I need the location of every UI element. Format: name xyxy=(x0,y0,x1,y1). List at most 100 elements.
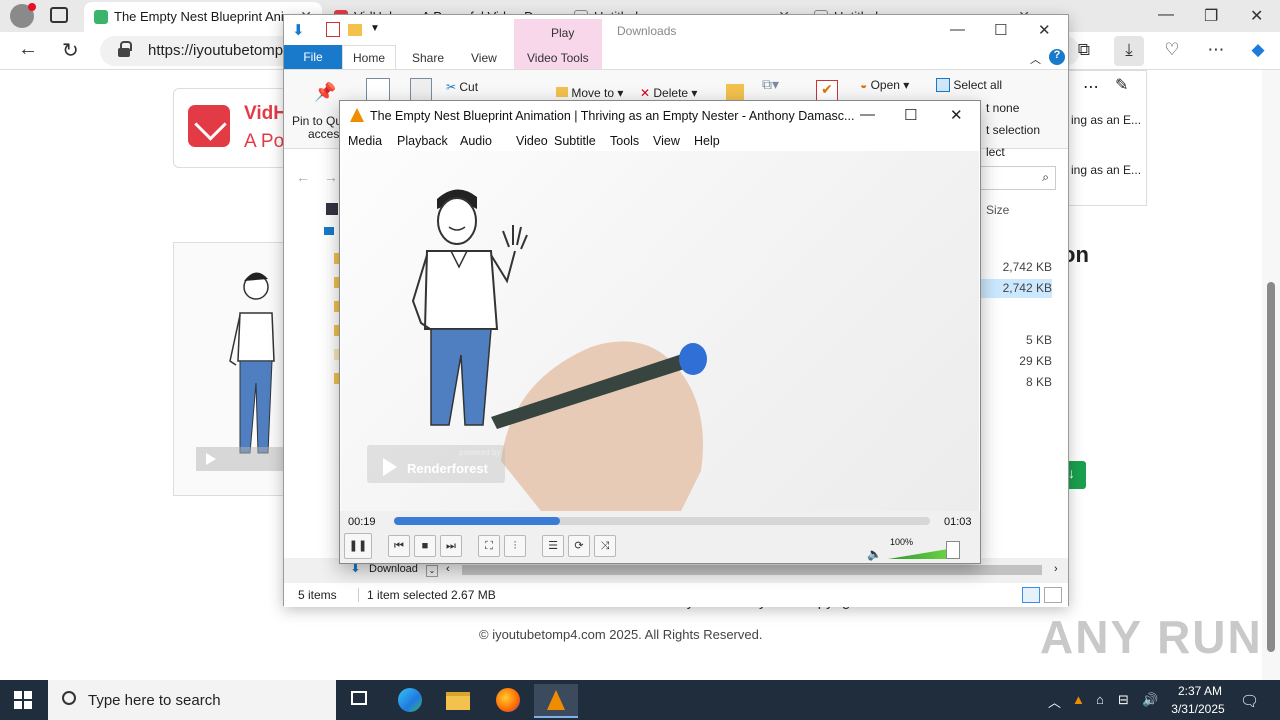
file-size-cell[interactable]: 29 KB xyxy=(978,354,1052,368)
video-thumbnail[interactable] xyxy=(173,242,293,496)
clock-date[interactable]: 3/31/2025 xyxy=(1166,702,1230,716)
back-arrow-icon[interactable]: ← xyxy=(18,38,38,61)
delete-button[interactable]: ✕ Delete ▾ xyxy=(640,86,697,100)
notifications-icon[interactable]: 🗨 xyxy=(1240,692,1259,710)
minimize-icon[interactable]: — xyxy=(1158,6,1174,24)
select-none-button[interactable]: t none xyxy=(986,101,1019,115)
extended-settings-icon[interactable]: ⫶ xyxy=(504,535,526,557)
tab-view[interactable]: View xyxy=(471,51,497,65)
invert-selection-button[interactable]: t selection xyxy=(986,123,1040,137)
taskbar-search-box[interactable]: Type here to search xyxy=(48,680,336,720)
more-options-icon[interactable]: ⋯ xyxy=(1083,77,1099,97)
download-item-text[interactable]: ing as an E... xyxy=(1071,113,1141,127)
move-to-button[interactable]: Move to ▾ xyxy=(556,86,623,100)
maximize-icon[interactable]: ☐ xyxy=(904,106,917,124)
tab-share[interactable]: Share xyxy=(412,51,444,65)
menu-help[interactable]: Help xyxy=(694,134,720,148)
previous-icon[interactable]: ⏮ xyxy=(388,535,410,557)
time-elapsed: 00:19 xyxy=(348,516,376,528)
column-header-size[interactable]: Size xyxy=(986,203,1009,217)
copilot-icon[interactable]: ◆ xyxy=(1246,40,1270,64)
pause-button[interactable]: ❚❚ xyxy=(344,533,372,559)
seek-slider[interactable] xyxy=(394,517,930,525)
file-size-cell-selected[interactable]: 2,742 KB xyxy=(978,279,1052,298)
large-icons-view-icon[interactable] xyxy=(1044,587,1062,603)
forward-arrow-icon[interactable]: → xyxy=(324,169,338,185)
qat-dropdown-icon[interactable]: ▼ xyxy=(370,23,380,34)
profile-avatar-icon[interactable] xyxy=(10,3,36,28)
chevron-down-icon[interactable]: ⌄ xyxy=(426,565,438,577)
file-explorer-taskbar-icon[interactable] xyxy=(436,684,480,718)
speaker-icon[interactable]: 🔈 xyxy=(867,547,882,561)
select-all-icon xyxy=(936,78,950,92)
file-size-cell[interactable]: 8 KB xyxy=(978,375,1052,389)
scroll-left-icon[interactable]: ‹ xyxy=(446,563,450,575)
open-button[interactable]: ◒ Open ▾ xyxy=(860,78,909,92)
tab-video-tools[interactable]: Video Tools xyxy=(527,51,589,65)
volume-knob[interactable] xyxy=(946,541,960,559)
new-folder-icon[interactable] xyxy=(348,24,362,36)
scrollbar-thumb[interactable] xyxy=(462,565,1042,575)
tray-chevron-up-icon[interactable]: ︿ xyxy=(1048,692,1061,711)
fullscreen-icon[interactable]: ⛶ xyxy=(478,535,500,557)
loop-icon[interactable]: ⟳ xyxy=(568,535,590,557)
close-window-icon[interactable]: ✕ xyxy=(1250,6,1263,26)
menu-playback[interactable]: Playback xyxy=(397,134,448,148)
maximize-icon[interactable]: ☐ xyxy=(994,21,1007,39)
menu-view[interactable]: View xyxy=(653,134,680,148)
next-icon[interactable]: ⏭ xyxy=(440,535,462,557)
item-count: 5 items xyxy=(298,588,337,602)
playlist-icon[interactable]: ☰ xyxy=(542,535,564,557)
more-menu-icon[interactable]: ⋯ xyxy=(1204,40,1228,64)
menu-video[interactable]: Video xyxy=(516,134,548,148)
collapse-ribbon-icon[interactable]: ︿ xyxy=(1030,51,1041,67)
downloads-icon[interactable]: ⤓ xyxy=(1114,36,1144,66)
tab-file[interactable]: File xyxy=(284,45,342,69)
properties-icon[interactable] xyxy=(326,22,340,37)
tray-network-icon[interactable]: ⊟ xyxy=(1118,692,1129,708)
tray-vlc-icon[interactable]: ▲ xyxy=(1072,692,1085,707)
explorer-search-box[interactable]: ⌕ xyxy=(980,166,1056,190)
file-size-cell[interactable]: 5 KB xyxy=(978,333,1052,347)
back-arrow-icon[interactable]: ← xyxy=(296,169,310,185)
shuffle-icon[interactable]: ⤨ xyxy=(594,535,616,557)
collections-icon[interactable]: ⧉ xyxy=(1072,40,1096,64)
minimize-icon[interactable]: — xyxy=(950,21,965,38)
menu-tools[interactable]: Tools xyxy=(610,134,639,148)
vlc-taskbar-icon[interactable] xyxy=(534,684,578,718)
windows-start-icon[interactable] xyxy=(14,691,32,709)
page-scrollbar[interactable] xyxy=(1262,70,1280,680)
new-item-icon[interactable]: ⧉▾ xyxy=(762,76,779,93)
video-surface[interactable]: powered by Renderforest xyxy=(341,151,979,511)
scroll-right-icon[interactable]: › xyxy=(1054,563,1058,575)
edge-taskbar-icon[interactable] xyxy=(388,684,432,718)
download-item-text[interactable]: ing as an E... xyxy=(1071,163,1141,177)
tab-actions-icon[interactable] xyxy=(50,7,68,23)
menu-subtitle[interactable]: Subtitle xyxy=(554,134,596,148)
details-view-icon[interactable] xyxy=(1022,587,1040,603)
refresh-icon[interactable]: ↻ xyxy=(62,38,79,63)
tray-device-icon[interactable]: ⌂ xyxy=(1096,692,1104,707)
select-all-button[interactable]: Select all xyxy=(936,78,1002,92)
tab-home[interactable]: Home xyxy=(342,45,396,70)
menu-audio[interactable]: Audio xyxy=(460,134,492,148)
menu-media[interactable]: Media xyxy=(348,134,382,148)
task-view-icon[interactable] xyxy=(338,684,382,718)
scrollbar-thumb[interactable] xyxy=(1267,282,1275,652)
clock-time[interactable]: 2:37 AM xyxy=(1172,684,1228,698)
close-window-icon[interactable]: ✕ xyxy=(1038,21,1051,39)
file-size-cell[interactable]: 2,742 KB xyxy=(978,260,1052,274)
tray-volume-icon[interactable]: 🔊 xyxy=(1142,692,1158,708)
pin-icon[interactable]: ✎ xyxy=(1115,75,1128,95)
restore-icon[interactable]: ❐ xyxy=(1204,6,1218,26)
close-window-icon[interactable]: ✕ xyxy=(950,106,963,124)
stop-icon[interactable]: ■ xyxy=(414,535,436,557)
anyrun-watermark: ANY RUN xyxy=(1040,611,1263,663)
cut-button[interactable]: ✂ Cut xyxy=(446,80,478,94)
url-text: https://iyoutubetomp4 xyxy=(148,42,292,59)
firefox-taskbar-icon[interactable] xyxy=(486,684,530,718)
pin-quick-access-button[interactable]: Pin to Qu xyxy=(292,114,342,128)
help-icon[interactable]: ? xyxy=(1049,49,1065,65)
minimize-icon[interactable]: — xyxy=(860,106,875,123)
browser-essentials-icon[interactable]: ♡ xyxy=(1160,40,1184,64)
